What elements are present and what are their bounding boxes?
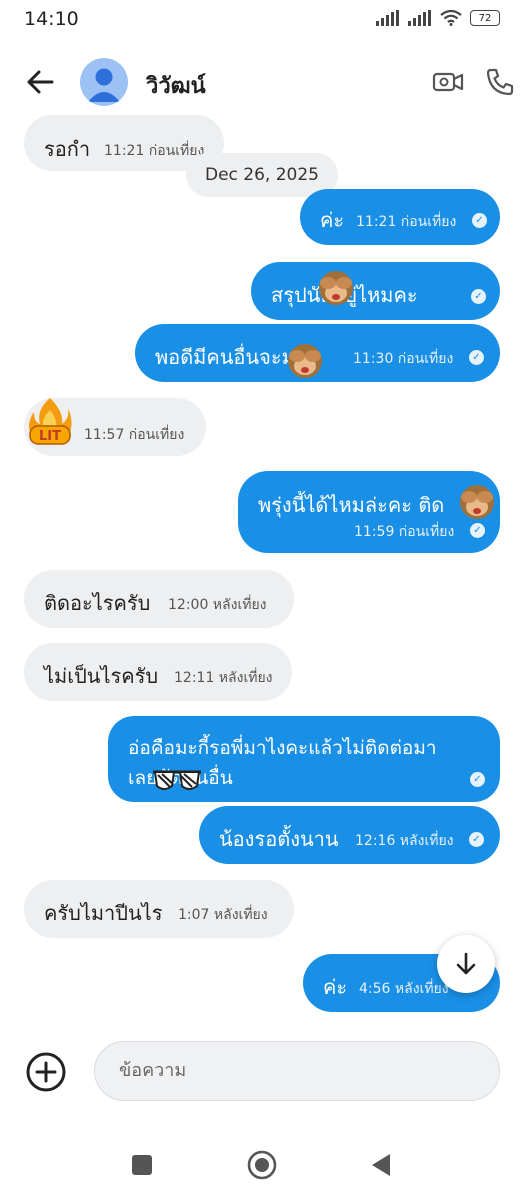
phone-icon[interactable] bbox=[484, 66, 516, 98]
message-text: พรุ่งนี้ได้ไหมล่ะคะ ติด bbox=[258, 493, 445, 517]
message-text: น้องรอตั้งนาน bbox=[219, 827, 339, 851]
message-time: 11:21 ก่อนเที่ยง bbox=[104, 143, 205, 159]
see-no-evil-monkey-emoji bbox=[284, 339, 326, 381]
message-time: 12:16 หลังเที่ยง bbox=[355, 833, 454, 849]
date-separator: Dec 26, 2025 bbox=[186, 153, 338, 197]
contact-name[interactable]: วิวัฒน์ bbox=[146, 68, 206, 103]
arrow-down-icon bbox=[456, 952, 476, 975]
see-no-evil-monkey-emoji bbox=[315, 266, 357, 308]
message-bubble[interactable]: สรุปนัดอยู่ไหมคะ ✓ bbox=[251, 262, 500, 320]
message-time: 11:21 ก่อนเที่ยง bbox=[356, 214, 457, 230]
status-icons: 72 bbox=[376, 10, 500, 26]
message-bubble[interactable]: LIT 11:57 ก่อนเที่ยง bbox=[24, 398, 206, 456]
message-time: 1:07 หลังเที่ยง bbox=[178, 907, 268, 923]
signal-icon bbox=[376, 10, 399, 26]
back-arrow-icon[interactable] bbox=[22, 64, 58, 100]
read-check-icon: ✓ bbox=[469, 832, 484, 847]
nav-square-icon[interactable] bbox=[130, 1153, 154, 1177]
chat-header: วิวัฒน์ bbox=[0, 50, 524, 114]
message-bubble[interactable]: ติดอะไรครับ 12:00 หลังเที่ยง bbox=[24, 570, 294, 628]
status-time: 14:10 bbox=[24, 8, 79, 30]
scroll-to-bottom-button[interactable] bbox=[437, 935, 495, 993]
message-text: ค่ะ bbox=[323, 975, 348, 999]
message-input[interactable] bbox=[117, 1059, 481, 1082]
read-check-icon: ✓ bbox=[470, 772, 485, 787]
message-text: ติดอะไรครับ bbox=[44, 591, 151, 615]
nav-back-icon[interactable] bbox=[368, 1152, 392, 1178]
read-check-icon: ✓ bbox=[470, 523, 485, 538]
message-bubble[interactable]: ครับไมาปีนไร 1:07 หลังเที่ยง bbox=[24, 880, 294, 938]
battery-icon: 72 bbox=[470, 10, 500, 26]
wifi-icon bbox=[440, 10, 462, 26]
message-composer[interactable] bbox=[94, 1041, 500, 1101]
message-time: 11:57 ก่อนเที่ยง bbox=[84, 427, 185, 443]
message-bubble[interactable]: ไม่เป็นไรครับ 12:11 หลังเที่ยง bbox=[24, 643, 292, 701]
message-text: ค่ะ bbox=[320, 208, 345, 232]
message-text: ไม่เป็นไรครับ bbox=[44, 664, 159, 688]
message-bubble[interactable]: น้องรอตั้งนาน 12:16 หลังเที่ยง ✓ bbox=[199, 806, 500, 864]
message-text: รอกำ bbox=[44, 137, 91, 161]
battery-level: 72 bbox=[478, 12, 492, 24]
signal-icon-2 bbox=[408, 10, 431, 26]
svg-text:LIT: LIT bbox=[39, 429, 61, 444]
lit-fire-sticker: LIT bbox=[29, 398, 72, 445]
message-time: 12:11 หลังเที่ยง bbox=[174, 670, 273, 686]
message-text: ครับไมาปีนไร bbox=[44, 901, 163, 925]
add-circle-icon[interactable] bbox=[24, 1050, 68, 1094]
message-time: 11:59 ก่อนเที่ยง bbox=[354, 524, 455, 540]
read-check-icon: ✓ bbox=[472, 213, 487, 228]
status-bar: 14:10 72 bbox=[0, 0, 524, 40]
see-no-evil-monkey-emoji bbox=[456, 480, 498, 522]
message-time: 11:30 ก่อนเที่ยง bbox=[353, 351, 454, 367]
read-check-icon: ✓ bbox=[469, 350, 484, 365]
system-nav-bar bbox=[0, 1140, 524, 1190]
sunglasses-emoji bbox=[150, 758, 204, 798]
read-check-icon: ✓ bbox=[471, 289, 486, 304]
video-call-icon[interactable] bbox=[432, 66, 464, 98]
avatar[interactable] bbox=[80, 58, 128, 106]
message-bubble[interactable]: ค่ะ 11:21 ก่อนเที่ยง ✓ bbox=[300, 189, 500, 245]
message-time: 12:00 หลังเที่ยง bbox=[168, 597, 267, 613]
message-time: 4:56 หลังเที่ยง bbox=[359, 981, 449, 997]
person-icon bbox=[88, 68, 120, 102]
nav-home-icon[interactable] bbox=[246, 1149, 278, 1181]
